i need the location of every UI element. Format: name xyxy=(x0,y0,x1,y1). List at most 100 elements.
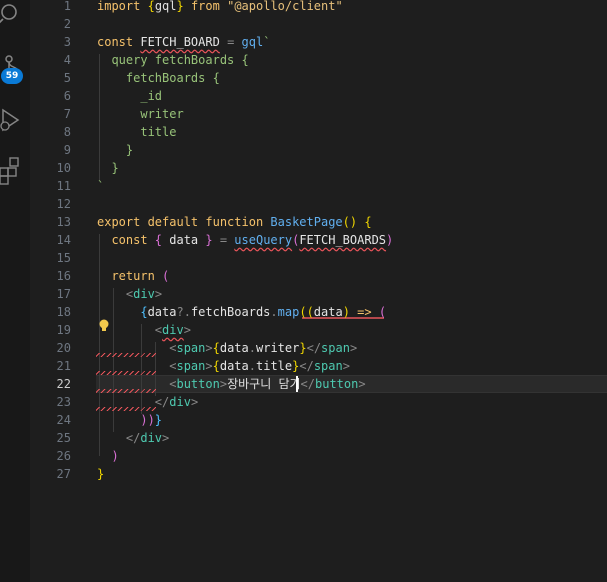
code-text: title xyxy=(97,123,176,141)
code-token: div xyxy=(162,323,184,337)
code-token: => xyxy=(357,305,379,319)
code-line: } xyxy=(74,159,607,177)
code-token: < xyxy=(97,287,134,301)
code-token: = xyxy=(219,35,242,49)
code-token: const xyxy=(97,35,141,49)
run-debug-icon[interactable] xyxy=(0,104,30,139)
code-token: > xyxy=(358,377,366,391)
code-line: const { data } = useQuery(FETCH_BOARDS) xyxy=(74,231,607,249)
code-token: </ xyxy=(97,395,170,409)
search-icon[interactable] xyxy=(0,0,30,37)
code-token: _id xyxy=(97,89,163,103)
source-control-badge: 59 xyxy=(1,68,23,84)
line-number: 6 xyxy=(63,89,71,103)
line-number: 12 xyxy=(56,197,71,211)
code-token: = xyxy=(219,233,235,247)
code-line: <div> xyxy=(74,321,607,339)
code-text: const FETCH_BOARD = gql` xyxy=(97,33,270,51)
code-text: ` xyxy=(97,177,104,195)
text-cursor xyxy=(296,376,298,392)
code-token: > xyxy=(342,359,350,373)
code-token: gql xyxy=(241,35,264,49)
code-token: } xyxy=(97,143,134,157)
code-token: () xyxy=(342,215,365,229)
code-line: </div> xyxy=(74,429,607,447)
code-token: > xyxy=(219,377,228,391)
code-token: data xyxy=(169,233,199,247)
line-number: 10 xyxy=(56,161,71,175)
code-text: <div> xyxy=(97,321,191,339)
line-number: 3 xyxy=(63,35,71,49)
code-token: . xyxy=(248,359,256,373)
code-token: map xyxy=(277,305,300,319)
code-token: > xyxy=(162,431,170,445)
code-token: . xyxy=(270,305,278,319)
code-line: fetchBoards { xyxy=(74,69,607,87)
code-text: {data?.fetchBoards.map((data) => ( xyxy=(97,303,386,321)
code-token: title xyxy=(256,359,293,373)
code-token: (( xyxy=(299,305,314,319)
code-text: </div> xyxy=(97,429,169,447)
code-line: writer xyxy=(74,105,607,123)
code-text: writer xyxy=(97,105,183,123)
code-token: } xyxy=(97,161,119,175)
code-line: } xyxy=(74,465,607,483)
code-text: _id xyxy=(97,87,162,105)
code-token: data xyxy=(313,305,343,319)
code-text: <div> xyxy=(97,285,162,303)
code-text: } xyxy=(97,465,104,483)
code-text: <span>{data.writer}</span> xyxy=(97,339,357,357)
line-number: 14 xyxy=(56,233,71,247)
code-text: const { data } = useQuery(FETCH_BOARDS) xyxy=(97,231,393,249)
code-token: </ xyxy=(299,359,314,373)
code-token: } xyxy=(299,341,307,355)
line-number: 11 xyxy=(56,179,71,193)
line-number: 15 xyxy=(56,251,71,265)
code-token: { xyxy=(147,0,155,13)
code-text: export default function BasketPage() { xyxy=(97,213,372,231)
code-token: } xyxy=(198,233,220,247)
code-token: title xyxy=(97,125,177,139)
code-token: data xyxy=(219,359,249,373)
line-number: 13 xyxy=(56,215,71,229)
code-line: export default function BasketPage() { xyxy=(74,213,607,231)
extensions-icon[interactable] xyxy=(0,154,30,189)
code-text: return ( xyxy=(97,267,169,285)
code-text: query fetchBoards { xyxy=(97,51,248,69)
code-line: <div> xyxy=(74,285,607,303)
code-token: ) xyxy=(97,449,119,463)
code-token: </ xyxy=(97,431,141,445)
code-token: button xyxy=(315,377,359,391)
code-token: </ xyxy=(300,377,315,391)
activity-bar: 59 xyxy=(0,0,30,582)
code-line: <span>{data.title}</span> xyxy=(74,357,607,375)
code-token: > xyxy=(154,287,163,301)
code-line: </div> xyxy=(74,393,607,411)
code-line: <button>장바구니 담기</button> xyxy=(74,375,607,393)
code-token: > xyxy=(183,323,191,337)
line-number: 2 xyxy=(63,17,71,31)
line-number: 9 xyxy=(63,143,71,157)
line-number: 25 xyxy=(56,431,71,445)
code-token: { xyxy=(364,215,372,229)
code-editor[interactable]: import {gql} from "@apollo/client" const … xyxy=(74,0,607,582)
code-token: data xyxy=(147,305,177,319)
line-number: 18 xyxy=(56,305,71,319)
code-line: } xyxy=(74,141,607,159)
code-token: 장바구니 담기 xyxy=(227,377,301,391)
code-token: } xyxy=(97,467,105,481)
line-number: 4 xyxy=(63,53,71,67)
code-token: { xyxy=(154,233,170,247)
code-token: < xyxy=(97,377,177,391)
code-line: ))} xyxy=(74,411,607,429)
code-token: < xyxy=(97,359,177,373)
code-text: <span>{data.title}</span> xyxy=(97,357,350,375)
code-line: const FETCH_BOARD = gql` xyxy=(74,33,607,51)
code-text: import {gql} from "@apollo/client" xyxy=(97,0,343,15)
code-token: > xyxy=(205,341,213,355)
code-token: ( xyxy=(162,269,170,283)
code-token: button xyxy=(176,377,220,391)
line-number: 8 xyxy=(63,125,71,139)
